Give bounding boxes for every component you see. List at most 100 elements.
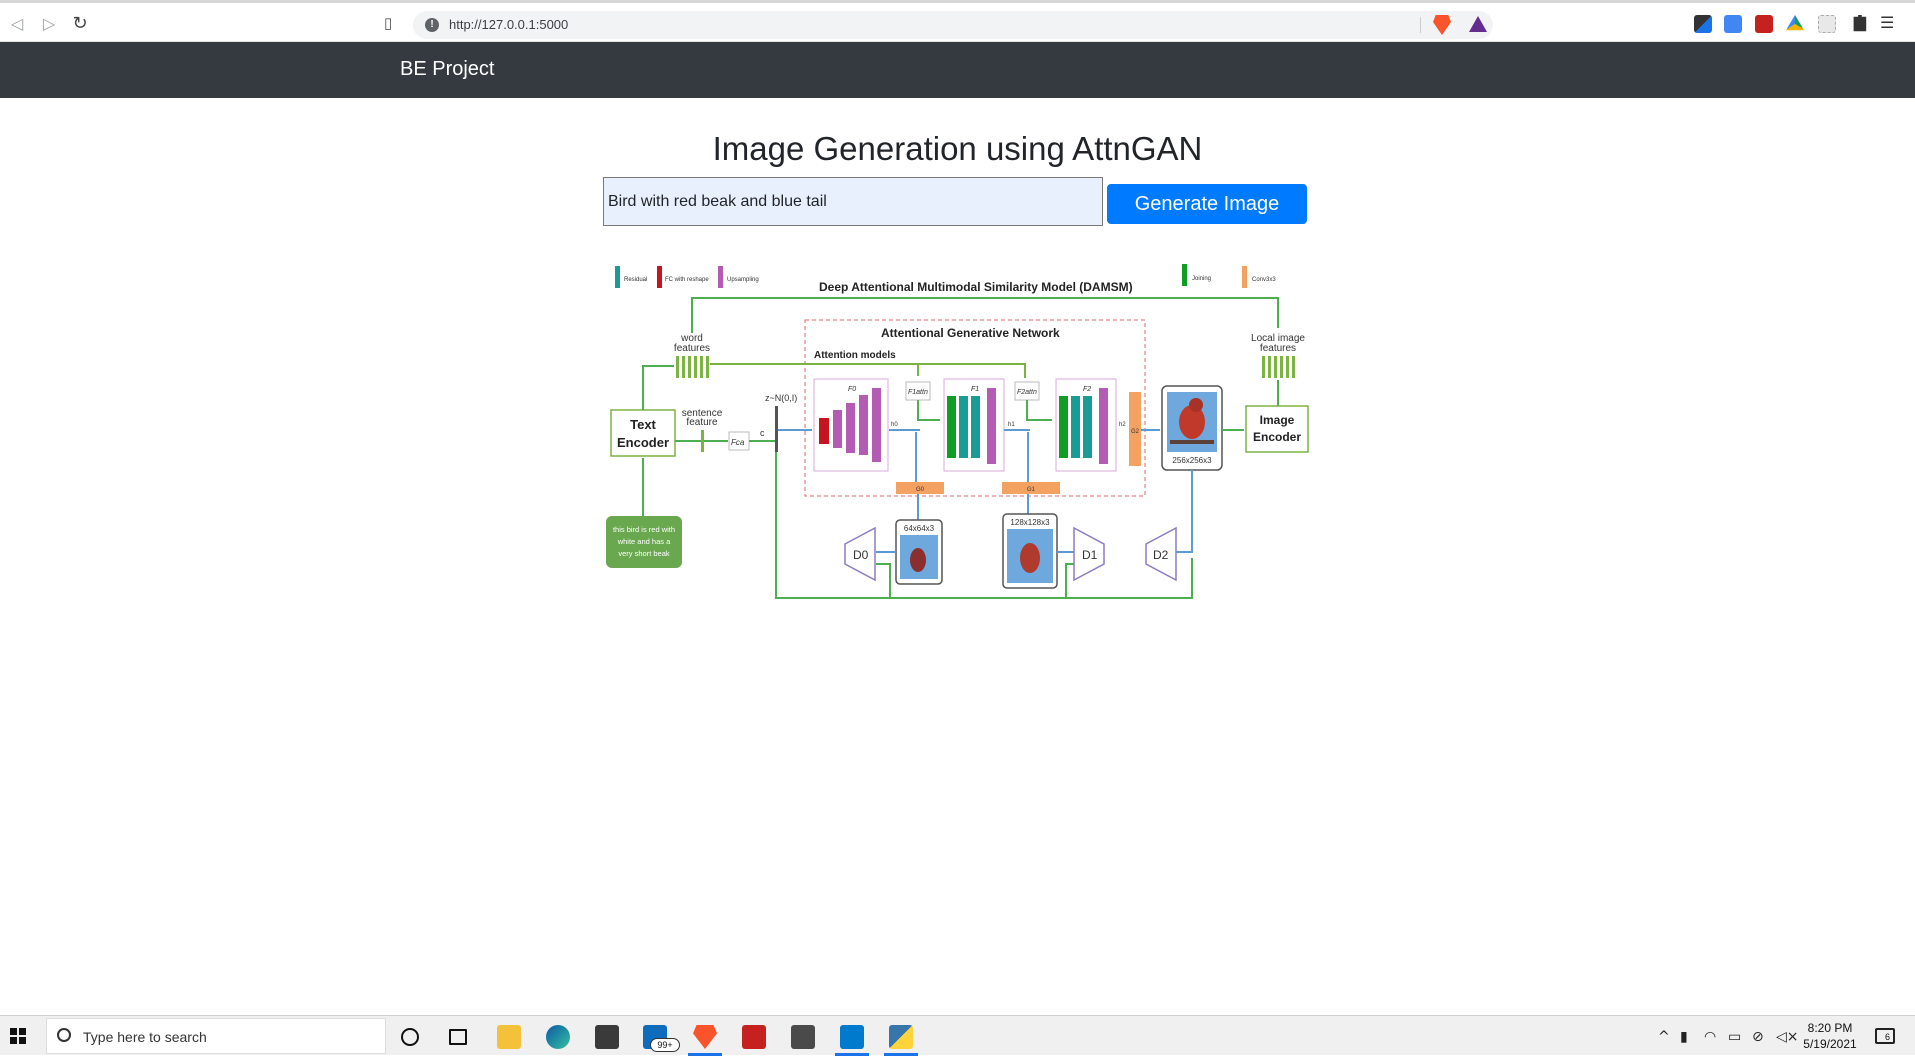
battery-icon[interactable]: ▭ xyxy=(1728,1029,1741,1045)
browser-toolbar: ◁ ▷ ↻ ▯ ! http://127.0.0.1:5000 ☰ xyxy=(0,0,1915,42)
f2attn-label: F2attn xyxy=(1017,389,1037,396)
legend-fc-swatch xyxy=(657,266,662,288)
info-icon[interactable]: ! xyxy=(425,18,439,32)
brave-rewards-icon[interactable] xyxy=(1469,16,1487,32)
extensions-puzzle-icon[interactable] xyxy=(1853,15,1867,32)
c-label: c xyxy=(760,428,765,438)
bottom-to-d1-line xyxy=(1065,563,1074,598)
g2-label: G2 xyxy=(1131,429,1140,435)
size-64-label: 64x64x3 xyxy=(904,524,935,533)
legend-conv: Conv3x3 xyxy=(1252,277,1276,283)
legend-upsampling-swatch xyxy=(718,266,723,288)
tray-chevron-icon[interactable]: ^ xyxy=(1658,1029,1670,1045)
acrobat-icon[interactable] xyxy=(742,1025,766,1049)
windows-taskbar: Type here to search 99+ ^ ▮ ◠ ▭ ⊘ ◁× 8:2… xyxy=(0,1015,1915,1056)
taskbar-clock[interactable]: 8:20 PM 5/19/2021 xyxy=(1795,1020,1865,1052)
local-features-bars xyxy=(1262,356,1295,378)
f2-up-bar xyxy=(1099,388,1108,464)
edge-icon[interactable] xyxy=(546,1025,570,1049)
taskbar-search[interactable]: Type here to search xyxy=(46,1018,386,1054)
g0-label: G0 xyxy=(916,487,925,493)
word-features-label-2: features xyxy=(674,343,710,354)
translate-extension-icon[interactable] xyxy=(1724,15,1742,33)
sentence-bar xyxy=(701,430,704,452)
bottom-loop-line xyxy=(775,452,1193,599)
drive-extension-icon[interactable] xyxy=(1786,15,1804,31)
image-256-branch xyxy=(1170,440,1214,444)
store-icon[interactable] xyxy=(595,1025,619,1049)
f2-label: F2 xyxy=(1083,386,1091,393)
f2attn-to-f2-line xyxy=(1026,400,1052,421)
f1-label: F1 xyxy=(971,386,979,393)
d0-label: D0 xyxy=(853,548,869,562)
fca-label: Fca xyxy=(731,438,745,447)
brave-taskbar-icon[interactable] xyxy=(693,1025,717,1049)
task-view-icon[interactable] xyxy=(449,1029,467,1045)
legend-residual: Residual xyxy=(624,277,647,283)
image-encoder-label-1: Image xyxy=(1260,413,1295,427)
bookmark-icon[interactable]: ▯ xyxy=(384,13,400,35)
prompt-input[interactable] xyxy=(603,177,1103,226)
image-128-bird xyxy=(1020,543,1040,573)
size-128-label: 128x128x3 xyxy=(1010,518,1050,527)
text-encoder-label-1: Text xyxy=(630,417,656,432)
legend-fc: FC with reshape xyxy=(665,277,709,283)
pdf-extension-icon[interactable] xyxy=(1755,15,1773,33)
page-title: Image Generation using AttnGAN xyxy=(712,130,1203,167)
address-divider xyxy=(1420,17,1421,33)
legend-joining-swatch xyxy=(1182,264,1187,286)
local-features-label-2: features xyxy=(1260,343,1296,354)
security-icon[interactable]: ⊘ xyxy=(1752,1029,1764,1045)
noise-bar xyxy=(775,406,778,452)
screenshot-extension-icon[interactable] xyxy=(1818,15,1836,33)
windows-start-icon[interactable] xyxy=(10,1028,26,1044)
navbar-brand[interactable]: BE Project xyxy=(400,58,494,81)
clock-time: 8:20 PM xyxy=(1807,1021,1853,1035)
image-64-bird xyxy=(910,548,926,572)
menu-icon[interactable]: ☰ xyxy=(1880,14,1896,34)
word-features-bars xyxy=(676,356,709,378)
caption-line-2: white and has a xyxy=(617,537,671,546)
cortana-icon[interactable] xyxy=(401,1028,419,1046)
tray-app-icon[interactable]: ▮ xyxy=(1680,1029,1688,1045)
address-bar[interactable]: ! http://127.0.0.1:5000 xyxy=(413,11,1493,39)
file-explorer-icon[interactable] xyxy=(497,1025,521,1049)
legend-joining: Joining xyxy=(1192,276,1211,282)
back-icon[interactable]: ◁ xyxy=(6,13,28,35)
notification-center-icon[interactable]: 6 xyxy=(1875,1028,1895,1044)
wifi-icon[interactable]: ◠ xyxy=(1704,1029,1716,1045)
image-256-bird-head xyxy=(1189,398,1203,412)
f1-res-bar-1 xyxy=(959,396,968,458)
forward-icon[interactable]: ▷ xyxy=(38,13,60,35)
word-to-attention-line xyxy=(710,363,1026,378)
image-encoder-label-2: Encoder xyxy=(1253,430,1301,444)
search-icon xyxy=(57,1028,71,1042)
legend-conv-swatch xyxy=(1242,266,1247,288)
pen-extension-icon[interactable] xyxy=(1694,15,1712,33)
f1-res-bar-2 xyxy=(971,396,980,458)
reload-icon[interactable]: ↻ xyxy=(69,13,91,35)
generate-image-button[interactable]: Generate Image xyxy=(1107,184,1307,224)
damsm-title: Deep Attentional Multimodal Similarity M… xyxy=(819,280,1133,294)
taskbar-search-placeholder: Type here to search xyxy=(83,1029,207,1045)
f2-res-bar-2 xyxy=(1083,396,1092,458)
notification-count: 6 xyxy=(1885,1032,1891,1042)
noise-label: z~N(0,I) xyxy=(765,393,797,403)
vscode-icon[interactable] xyxy=(840,1025,864,1049)
f0-up-bar-4 xyxy=(872,388,881,462)
f2-join-bar xyxy=(1059,396,1068,458)
attngan-diagram: Residual FC with reshape Upsampling Join… xyxy=(606,264,1309,599)
url-text: http://127.0.0.1:5000 xyxy=(449,17,569,32)
bottom-to-d0-line xyxy=(876,563,891,598)
f1attn-label: F1attn xyxy=(908,389,928,396)
calculator-icon[interactable] xyxy=(791,1025,815,1049)
f1attn-to-f1-line xyxy=(917,400,940,421)
python-icon[interactable] xyxy=(889,1025,913,1049)
agn-title: Attentional Generative Network xyxy=(881,326,1060,340)
d1-label: D1 xyxy=(1082,548,1098,562)
caption-line-3: very short beak xyxy=(618,549,670,558)
brave-shields-icon[interactable] xyxy=(1433,15,1451,35)
f0-up-bar-1 xyxy=(833,410,842,448)
f0-label: F0 xyxy=(848,386,856,393)
f1-up-bar xyxy=(987,388,996,464)
